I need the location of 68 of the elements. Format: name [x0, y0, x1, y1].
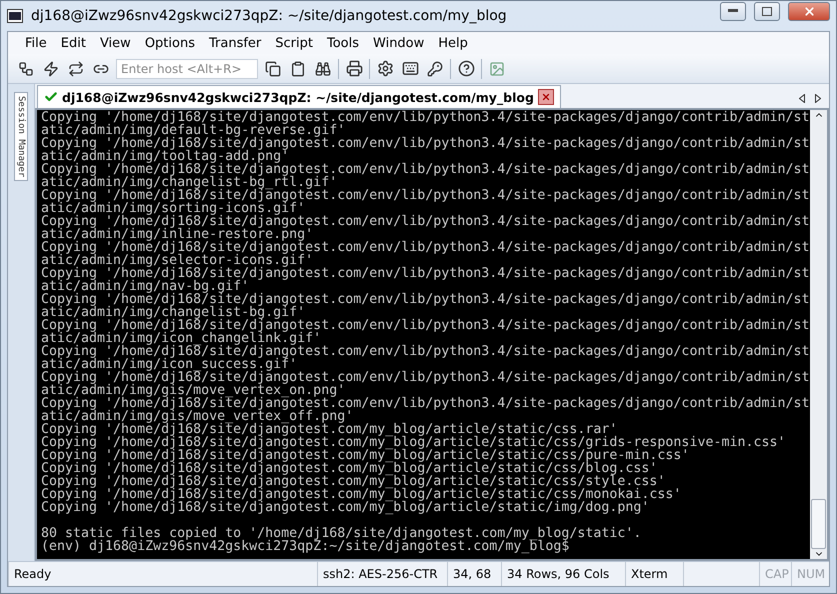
terminal-line: Copying '/home/dj168/site/djangotest.com/env/lib/python3.4/site-packages/django/contrib/admin/st — [41, 241, 810, 254]
status-text: Xterm — [625, 562, 683, 586]
minimize-button[interactable] — [720, 2, 746, 20]
window-title: dj168@iZwz96snv42gskwci273qpZ: ~/site/djangotest.com/my_blog — [31, 8, 508, 24]
terminal-line: Copying '/home/dj168/site/djangotest.com/my_blog/article/static/css/monokai.css' — [41, 488, 682, 501]
help-icon[interactable] — [456, 58, 476, 78]
right-arrow-icon[interactable] — [815, 94, 821, 103]
key-icon[interactable] — [425, 58, 445, 78]
menu-item[interactable]: View — [92, 36, 138, 50]
menu-item[interactable]: Transfer — [202, 36, 268, 50]
terminal-line: atic/admin/img/icon_success.gif' — [41, 358, 298, 371]
terminal-line: atic/admin/img/selector-icons.gif' — [41, 254, 314, 267]
close-icon — [802, 4, 816, 18]
menu-item[interactable]: Options — [138, 36, 202, 50]
menu-item[interactable]: File — [18, 36, 54, 50]
terminal-line: atic/admin/img/gis/move_vertex_on.png' — [41, 384, 346, 397]
terminal-line: Copying '/home/dj168/site/djangotest.com/env/lib/python3.4/site-packages/django/contrib/admin/st — [41, 293, 810, 306]
terminal-line: (env) dj168@iZwz96snv42gskwci273qpZ:~/site/djangotest.com/my_blog$ — [41, 540, 570, 553]
maximize-button[interactable] — [754, 2, 780, 20]
terminal-line: Copying '/home/dj168/site/djangotest.com/env/lib/python3.4/site-packages/django/contrib/admin/st — [41, 163, 810, 176]
status-text: Ready — [8, 562, 317, 586]
printer-icon[interactable] — [344, 58, 364, 78]
status-text: 34, 68 — [447, 562, 501, 586]
terminal-line: Copying '/home/dj168/site/djangotest.com/my_blog/article/static/css.rar' — [41, 423, 618, 436]
left-arrow-icon[interactable] — [799, 94, 805, 103]
tab-close-icon[interactable] — [538, 89, 554, 105]
terminal-line: atic/admin/img/inline-restore.png' — [41, 228, 314, 241]
session-manager-tab[interactable]: Session Manager — [14, 92, 28, 182]
status-text: ssh2: AES-256-CTR — [317, 562, 447, 586]
terminal-line: Copying '/home/dj168/site/djangotest.com/env/lib/python3.4/site-packages/django/contrib/admin/st — [41, 215, 810, 228]
menu-item[interactable]: Tools — [320, 36, 366, 50]
menu-item[interactable]: Window — [366, 36, 432, 50]
terminal-line: atic/admin/img/tooltag-add.png' — [41, 150, 290, 163]
terminal-line: Copying '/home/dj168/site/djangotest.com/env/lib/python3.4/site-packages/django/contrib/admin/st — [41, 371, 810, 384]
terminal-line: atic/admin/img/gis/move_vertex_off.png' — [41, 410, 354, 423]
status-indicator: NUM — [791, 562, 829, 586]
terminal-line: Copying '/home/dj168/site/djangotest.com/env/lib/python3.4/site-packages/django/contrib/admin/st — [41, 111, 810, 124]
copy-icon[interactable] — [263, 58, 283, 78]
terminal-line: atic/admin/img/changelist-bg_rtl.gif' — [41, 176, 338, 189]
terminal-line: atic/admin/img/default-bg-reverse.gif' — [41, 124, 346, 137]
minimize-icon — [728, 9, 738, 13]
terminal-line: Copying '/home/dj168/site/djangotest.com/env/lib/python3.4/site-packages/django/contrib/admin/st — [41, 345, 810, 358]
menu-item[interactable]: Script — [268, 36, 320, 50]
terminal-line: atic/admin/img/icon_changelink.gif' — [41, 332, 322, 345]
terminal-line: atic/admin/img/changelist-bg.gif' — [41, 306, 306, 319]
terminal-line: Copying '/home/dj168/site/djangotest.com/env/lib/python3.4/site-packages/django/contrib/admin/st — [41, 189, 810, 202]
terminal-line: Copying '/home/dj168/site/djangotest.com/my_blog/article/static/css/blog.css' — [41, 462, 658, 475]
host-field[interactable]: Enter host <Alt+R> — [116, 58, 258, 78]
terminal-line: Copying '/home/dj168/site/djangotest.com/env/lib/python3.4/site-packages/django/contrib/admin/st — [41, 397, 810, 410]
terminal-line: Copying '/home/dj168/site/djangotest.com/env/lib/python3.4/site-packages/django/contrib/admin/st — [41, 267, 810, 280]
maximize-icon — [762, 6, 772, 16]
terminal-line: Copying '/home/dj168/site/djangotest.com/my_blog/article/static/img/dog.png' — [41, 501, 650, 514]
terminal-line: atic/admin/img/sorting-icons.gif' — [41, 202, 306, 215]
terminal-line: Copying '/home/dj168/site/djangotest.com/env/lib/python3.4/site-packages/django/contrib/admin/st — [41, 137, 810, 150]
terminal-line: atic/admin/img/nav-bg.gif' — [41, 280, 250, 293]
menu-item[interactable]: Edit — [54, 36, 93, 50]
terminal-line: Copying '/home/dj168/site/djangotest.com/env/lib/python3.4/site-packages/django/contrib/admin/st — [41, 319, 810, 332]
scroll-thumb[interactable] — [811, 499, 826, 549]
status-text: 34 Rows, 96 Cols — [501, 562, 625, 586]
status-indicator: CAP — [759, 562, 791, 586]
app-icon — [7, 9, 23, 23]
menu-item[interactable]: Help — [431, 36, 475, 50]
terminal-line: Copying '/home/dj168/site/djangotest.com/my_blog/article/static/css/pure-min.css' — [41, 449, 690, 462]
terminal-line: Copying '/home/dj168/site/djangotest.com/my_blog/article/static/css/style.css' — [41, 475, 666, 488]
close-button[interactable] — [788, 2, 830, 20]
terminal-line: Copying '/home/dj168/site/djangotest.com/my_blog/article/static/css/grids-responsive-min.css' — [41, 436, 787, 449]
session-tab[interactable]: dj168@iZwz96snv42gskwci273qpZ: ~/site/djangotest.com/my_blog — [37, 85, 561, 108]
terminal-line: 80 static files copied to '/home/dj168/site/djangotest.com/my_blog/static'. — [41, 527, 642, 540]
